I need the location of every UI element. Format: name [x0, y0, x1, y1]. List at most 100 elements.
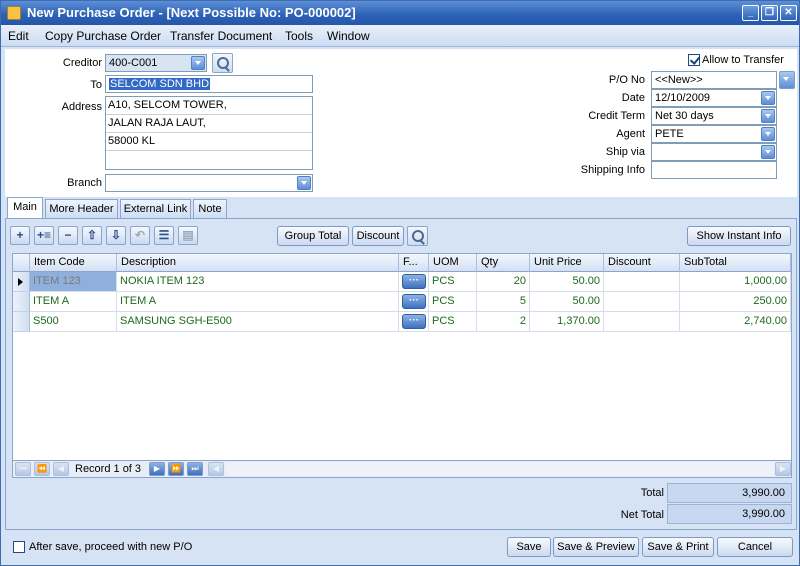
shipping-info-field[interactable]	[651, 161, 777, 179]
cell-qty[interactable]: 20	[477, 272, 530, 292]
cell-unit-price[interactable]: 50.00	[530, 272, 604, 292]
scroll-right-icon[interactable]: ▶	[775, 462, 791, 476]
cell-subtotal[interactable]: 2,740.00	[680, 312, 791, 332]
cell-discount[interactable]	[604, 292, 680, 312]
ship-via-select[interactable]	[651, 143, 777, 161]
creditor-select[interactable]: 400-C001	[105, 54, 207, 72]
minimize-button[interactable]: _	[742, 5, 759, 21]
horizontal-scrollbar[interactable]	[226, 462, 774, 476]
agent-select[interactable]: PETE	[651, 125, 777, 143]
cell-f[interactable]: ···	[399, 272, 429, 292]
cell-unit-price[interactable]: 50.00	[530, 292, 604, 312]
delete-row-icon[interactable]: −	[58, 226, 78, 245]
ellipsis-button[interactable]: ···	[402, 294, 426, 309]
chevron-down-icon[interactable]	[191, 56, 205, 70]
tab-external-link[interactable]: External Link	[120, 199, 191, 219]
show-instant-info-button[interactable]: Show Instant Info	[687, 226, 791, 246]
scroll-left-icon[interactable]: ◀	[208, 462, 224, 476]
column-header-unit-price[interactable]: Unit Price	[530, 254, 604, 272]
move-up-icon[interactable]: ⇧	[82, 226, 102, 245]
credit-term-select[interactable]: Net 30 days	[651, 107, 777, 125]
column-header-subtotal[interactable]: SubTotal	[680, 254, 791, 272]
save-button[interactable]: Save	[507, 537, 551, 557]
save-print-button[interactable]: Save & Print	[642, 537, 714, 557]
column-header-f[interactable]: F...	[399, 254, 429, 272]
cell-uom[interactable]: PCS	[429, 292, 477, 312]
next-page-icon[interactable]: ⏩	[168, 462, 184, 476]
column-header-uom[interactable]: UOM	[429, 254, 477, 272]
first-record-icon[interactable]: ⏮	[15, 462, 31, 476]
insert-row-icon[interactable]: +	[10, 226, 30, 245]
cell-subtotal[interactable]: 250.00	[680, 292, 791, 312]
insert-line-icon[interactable]: +≡	[34, 226, 54, 245]
footer-bar: After save, proceed with new P/O Save Sa…	[5, 533, 797, 563]
allow-transfer-checkbox[interactable]	[688, 54, 700, 66]
cell-f[interactable]: ···	[399, 292, 429, 312]
search-icon[interactable]	[407, 226, 428, 246]
menu-edit[interactable]: Edit	[8, 29, 29, 43]
chevron-down-icon[interactable]	[761, 91, 775, 105]
cell-subtotal[interactable]: 1,000.00	[680, 272, 791, 292]
menu-tools[interactable]: Tools	[285, 29, 313, 43]
to-field[interactable]: SELCOM SDN BHD	[105, 75, 313, 93]
prev-page-icon[interactable]: ⏪	[34, 462, 50, 476]
cell-item-code[interactable]: ITEM A	[30, 292, 117, 312]
chevron-down-icon[interactable]	[761, 109, 775, 123]
agent-label: Agent	[616, 128, 645, 140]
cell-discount[interactable]	[604, 312, 680, 332]
column-header-description[interactable]: Description	[117, 254, 399, 272]
column-header-item-code[interactable]: Item Code	[30, 254, 117, 272]
po-no-field[interactable]: <<New>>	[651, 71, 777, 89]
group-total-button[interactable]: Group Total	[277, 226, 349, 246]
menu-transfer-document[interactable]: Transfer Document	[170, 29, 272, 43]
after-save-checkbox[interactable]	[13, 541, 25, 553]
cell-qty[interactable]: 2	[477, 312, 530, 332]
column-header-discount[interactable]: Discount	[604, 254, 680, 272]
prev-record-icon[interactable]: ◀	[53, 462, 69, 476]
table-row[interactable]: S500 SAMSUNG SGH-E500 ··· PCS 2 1,370.00…	[13, 312, 791, 332]
cell-description[interactable]: SAMSUNG SGH-E500	[117, 312, 399, 332]
cell-description[interactable]: NOKIA ITEM 123	[117, 272, 399, 292]
last-record-icon[interactable]: ⏭	[187, 462, 203, 476]
restore-button[interactable]: ❐	[761, 5, 778, 21]
cell-unit-price[interactable]: 1,370.00	[530, 312, 604, 332]
cell-item-code[interactable]: S500	[30, 312, 117, 332]
date-field[interactable]: 12/10/2009	[651, 89, 777, 107]
address-line-4	[106, 151, 312, 169]
discount-button[interactable]: Discount	[352, 226, 404, 246]
chevron-down-icon[interactable]	[297, 176, 311, 190]
cell-qty[interactable]: 5	[477, 292, 530, 312]
subtotal-icon[interactable]: ☰	[154, 226, 174, 245]
cell-item-code[interactable]: ITEM 123	[30, 272, 117, 292]
undo-icon[interactable]: ↶	[130, 226, 150, 245]
list-detail-icon[interactable]: ▤	[178, 226, 198, 245]
cell-discount[interactable]	[604, 272, 680, 292]
cancel-button[interactable]: Cancel	[717, 537, 793, 557]
menu-window[interactable]: Window	[327, 29, 370, 43]
branch-label: Branch	[67, 177, 102, 189]
row-indicator	[13, 312, 30, 332]
save-preview-button[interactable]: Save & Preview	[553, 537, 639, 557]
branch-select[interactable]	[105, 174, 313, 192]
chevron-down-icon[interactable]	[761, 127, 775, 141]
cell-uom[interactable]: PCS	[429, 272, 477, 292]
tab-main[interactable]: Main	[7, 197, 43, 219]
creditor-search-button[interactable]	[212, 53, 233, 73]
ellipsis-button[interactable]: ···	[402, 314, 426, 329]
table-row[interactable]: ITEM A ITEM A ··· PCS 5 50.00 250.00	[13, 292, 791, 312]
ellipsis-button[interactable]: ···	[402, 274, 426, 289]
cell-uom[interactable]: PCS	[429, 312, 477, 332]
po-no-dropdown-button[interactable]	[779, 71, 795, 89]
next-record-icon[interactable]: ▶	[149, 462, 165, 476]
close-button[interactable]: ✕	[780, 5, 797, 21]
cell-f[interactable]: ···	[399, 312, 429, 332]
tab-more-header[interactable]: More Header	[45, 199, 118, 219]
column-header-qty[interactable]: Qty	[477, 254, 530, 272]
address-field[interactable]: A10, SELCOM TOWER, JALAN RAJA LAUT, 5800…	[105, 96, 313, 170]
menu-copy-purchase-order[interactable]: Copy Purchase Order	[45, 29, 161, 43]
tab-note[interactable]: Note	[193, 199, 227, 219]
cell-description[interactable]: ITEM A	[117, 292, 399, 312]
chevron-down-icon[interactable]	[761, 145, 775, 159]
move-down-icon[interactable]: ⇩	[106, 226, 126, 245]
table-row[interactable]: ITEM 123 NOKIA ITEM 123 ··· PCS 20 50.00…	[13, 272, 791, 292]
